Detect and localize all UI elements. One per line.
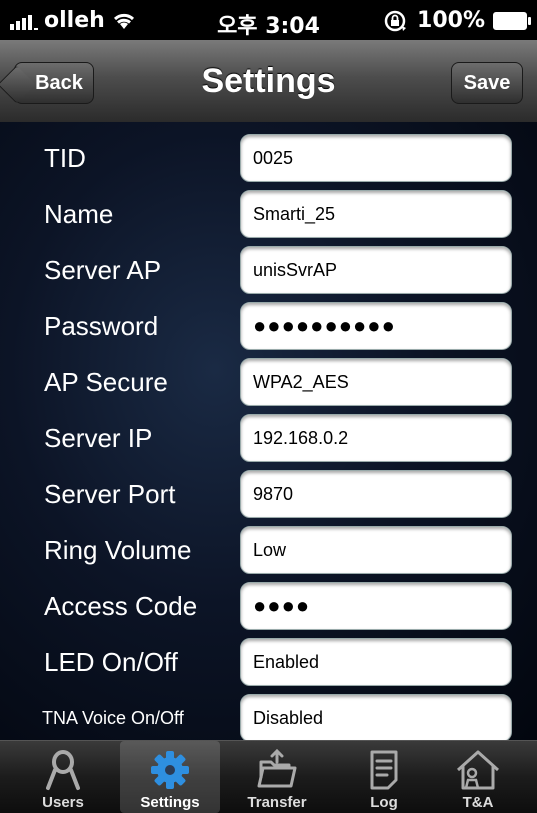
server-ip-field[interactable]: 192.168.0.2 <box>240 414 512 462</box>
tab-ta-label: T&A <box>462 794 494 811</box>
led-field[interactable]: Enabled <box>240 638 512 686</box>
folder-transfer-icon <box>257 748 297 788</box>
rotation-lock-icon <box>384 10 407 31</box>
ring-volume-field[interactable]: Low <box>240 526 512 574</box>
tab-bar: Users Settings Transfer Log T&A <box>0 740 537 813</box>
tab-settings-label: Settings <box>140 794 200 811</box>
battery-percent: 100% <box>417 8 485 33</box>
tab-users[interactable]: Users <box>13 741 113 813</box>
tab-log-label: Log <box>370 794 398 811</box>
gear-icon <box>151 751 189 789</box>
server-port-label: Server Port <box>44 478 176 509</box>
house-person-icon <box>456 750 500 790</box>
row-server-ip: Server IP 192.168.0.2 <box>0 410 537 466</box>
server-ip-label: Server IP <box>44 422 153 453</box>
tab-users-label: Users <box>42 794 84 811</box>
user-icon <box>46 750 80 790</box>
name-field[interactable]: Smarti_25 <box>240 190 512 238</box>
led-label: LED On/Off <box>44 646 178 677</box>
tab-log[interactable]: Log <box>334 741 434 813</box>
document-icon <box>370 750 398 790</box>
row-tna-voice: TNA Voice On/Off Disabled <box>0 690 537 740</box>
status-bar: olleh 오후 3:04 100% <box>0 0 537 40</box>
battery-icon <box>493 11 531 30</box>
row-password: Password ●●●●●●●●●● <box>0 298 537 354</box>
row-server-ap: Server AP unisSvrAP <box>0 242 537 298</box>
access-code-label: Access Code <box>44 590 198 621</box>
ap-secure-label: AP Secure <box>44 366 168 397</box>
tab-transfer-label: Transfer <box>247 794 307 811</box>
tab-ta[interactable]: T&A <box>428 741 528 813</box>
row-access-code: Access Code ●●●● <box>0 578 537 634</box>
tna-voice-label: TNA Voice On/Off <box>42 707 184 728</box>
tna-voice-field[interactable]: Disabled <box>240 694 512 740</box>
navigation-bar: Back Settings Save <box>0 40 537 123</box>
row-name: Name Smarti_25 <box>0 186 537 242</box>
tid-label: TID <box>44 142 86 173</box>
status-right: 100% <box>383 8 531 33</box>
name-label: Name <box>44 198 114 229</box>
tid-field[interactable]: 0025 <box>240 134 512 182</box>
password-field[interactable]: ●●●●●●●●●● <box>240 302 512 350</box>
row-tid: TID 0025 <box>0 130 537 186</box>
tab-settings[interactable]: Settings <box>120 741 220 813</box>
ring-volume-label: Ring Volume <box>44 534 192 565</box>
server-port-field[interactable]: 9870 <box>240 470 512 518</box>
tab-transfer[interactable]: Transfer <box>227 741 327 813</box>
settings-form: TID 0025 Name Smarti_25 Server AP unisSv… <box>0 122 537 740</box>
ap-secure-field[interactable]: WPA2_AES <box>240 358 512 406</box>
row-led: LED On/Off Enabled <box>0 634 537 690</box>
server-ap-field[interactable]: unisSvrAP <box>240 246 512 294</box>
password-label: Password <box>44 310 159 341</box>
server-ap-label: Server AP <box>44 254 162 285</box>
access-code-field[interactable]: ●●●● <box>240 582 512 630</box>
row-server-port: Server Port 9870 <box>0 466 537 522</box>
save-button[interactable]: Save <box>451 62 523 104</box>
row-ap-secure: AP Secure WPA2_AES <box>0 354 537 410</box>
row-ring-volume: Ring Volume Low <box>0 522 537 578</box>
